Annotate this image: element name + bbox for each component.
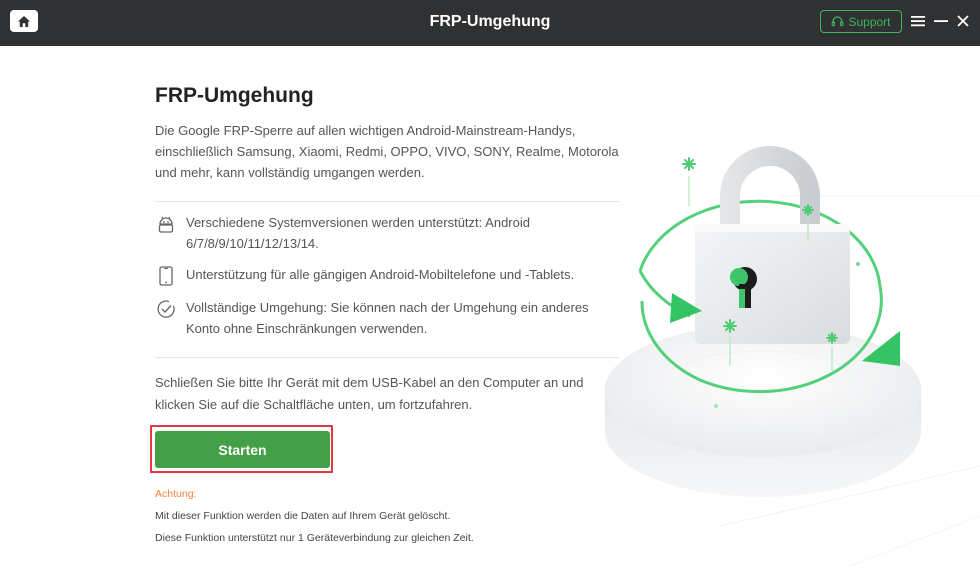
feature-text: Vollständige Umgehung: Sie können nach d… <box>186 300 589 336</box>
divider <box>155 201 620 202</box>
warning-line: Mit dieser Funktion werden die Daten auf… <box>155 510 451 522</box>
minimize-icon <box>934 20 948 22</box>
divider <box>155 357 620 358</box>
support-label: Support <box>848 14 891 29</box>
instruction-text: Schließen Sie bitte Ihr Gerät mit dem US… <box>155 375 584 412</box>
menu-button[interactable] <box>908 11 928 31</box>
title-bar: FRP-Umgehung Support <box>0 0 980 46</box>
feature-text: Unterstützung für alle gängigen Android-… <box>186 267 575 282</box>
feature-item: Vollständige Umgehung: Sie können nach d… <box>155 297 625 339</box>
close-button[interactable] <box>953 11 973 31</box>
minimize-button[interactable] <box>931 11 951 31</box>
warning-line: Diese Funktion unterstützt nur 1 Gerätev… <box>155 532 474 544</box>
support-button[interactable]: Support <box>820 10 902 33</box>
menu-icon <box>911 16 925 27</box>
page-title: FRP-Umgehung <box>155 84 314 107</box>
warning-label: Achtung: <box>155 488 197 500</box>
headset-icon <box>832 16 844 27</box>
intro-text: Die Google FRP-Sperre auf allen wichtige… <box>155 123 619 180</box>
feature-item: Unterstützung für alle gängigen Android-… <box>155 264 625 287</box>
check-circle-icon <box>157 300 175 318</box>
lock-illustration <box>600 46 980 582</box>
home-icon <box>18 15 30 27</box>
home-button[interactable] <box>10 10 38 32</box>
close-icon <box>957 15 969 27</box>
phone-icon <box>159 266 173 286</box>
feature-text: Verschiedene Systemversionen werden unte… <box>186 215 530 251</box>
feature-item: Verschiedene Systemversionen werden unte… <box>155 212 625 254</box>
start-button[interactable]: Starten <box>155 431 330 468</box>
android-icon <box>158 216 174 233</box>
